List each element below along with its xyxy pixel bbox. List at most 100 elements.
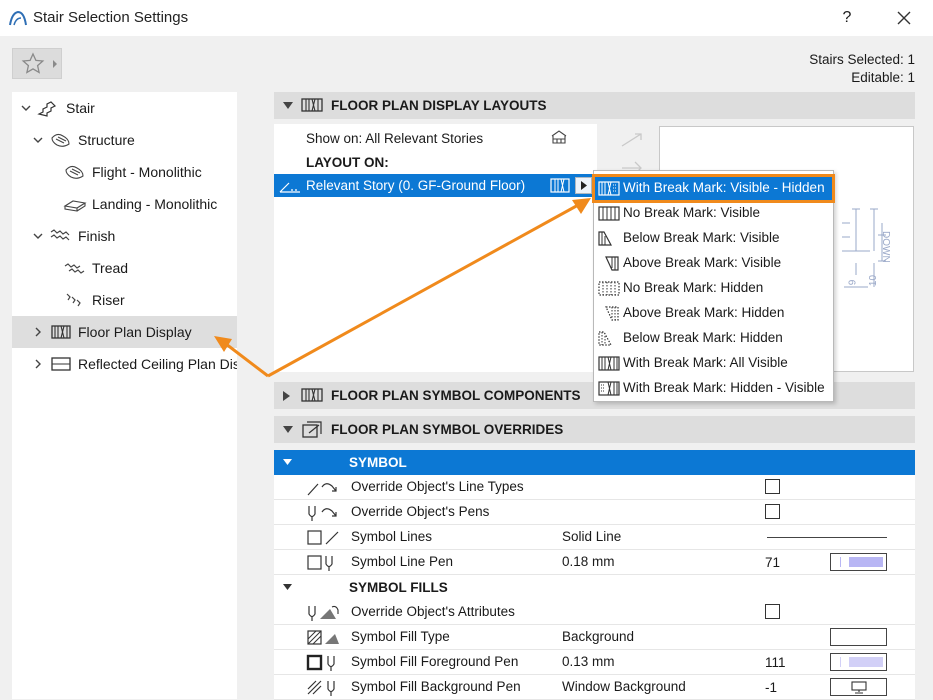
break-mark-all-visible-icon xyxy=(598,356,620,371)
menu-item-above-break-mark-visible[interactable]: Above Break Mark: Visible xyxy=(594,251,833,276)
pen-number[interactable]: -1 xyxy=(765,680,777,695)
help-button[interactable]: ? xyxy=(836,7,858,29)
above-break-mark-visible-icon xyxy=(605,256,619,271)
section-floor-plan-symbol-overrides[interactable]: FLOOR PLAN SYMBOL OVERRIDES xyxy=(274,416,915,443)
tree-item-riser[interactable]: Riser xyxy=(12,284,237,316)
menu-item-above-break-mark-hidden[interactable]: Above Break Mark: Hidden xyxy=(594,301,833,326)
table-row: Override Object's Pens xyxy=(274,500,915,525)
collapse-triangle-icon xyxy=(283,459,292,465)
floor-plan-icon xyxy=(301,388,323,402)
background-pen-swatch[interactable] xyxy=(830,678,887,696)
chevron-right-icon xyxy=(35,327,41,337)
row-value[interactable]: Background xyxy=(562,629,634,644)
above-break-mark-hidden-icon xyxy=(605,306,619,321)
below-break-mark-visible-icon xyxy=(598,231,613,246)
settings-tree: Stair Structure Flight - Monolithic Land… xyxy=(12,92,237,699)
chevron-down-icon xyxy=(21,105,31,111)
menu-item-below-break-mark-visible[interactable]: Below Break Mark: Visible xyxy=(594,226,833,251)
override-attributes-checkbox[interactable] xyxy=(765,604,780,619)
attributes-icon xyxy=(308,605,339,621)
below-break-mark-hidden-icon xyxy=(598,331,613,346)
tree-item-landing-monolithic[interactable]: Landing - Monolithic xyxy=(12,188,237,220)
tree-label: Finish xyxy=(78,228,116,244)
menu-item-below-break-mark-hidden[interactable]: Below Break Mark: Hidden xyxy=(594,326,833,351)
pen-number[interactable]: 71 xyxy=(765,555,780,570)
no-break-mark-hidden-icon xyxy=(598,281,620,296)
tree-label: Landing - Monolithic xyxy=(92,196,218,212)
editable-count: Editable: 1 xyxy=(851,70,915,82)
fill-type-icon xyxy=(307,630,339,645)
menu-item-no-break-mark-hidden[interactable]: No Break Mark: Hidden xyxy=(594,276,833,301)
symbol-line-pen-icon xyxy=(307,555,333,571)
menu-item-label: Above Break Mark: Hidden xyxy=(623,305,785,320)
row-value[interactable]: Solid Line xyxy=(562,529,621,544)
line-type-preview xyxy=(767,537,887,538)
tree-item-floor-plan-display[interactable]: Floor Plan Display xyxy=(12,316,237,348)
tree-item-structure[interactable]: Structure xyxy=(12,124,237,156)
tree-item-tread[interactable]: Tread xyxy=(12,252,237,284)
symbol-override-icon xyxy=(302,421,322,438)
relevant-story-label: Relevant Story (0. GF-Ground Floor) xyxy=(306,178,526,193)
override-line-types-checkbox[interactable] xyxy=(765,479,780,494)
structure-icon xyxy=(51,133,70,147)
row-name: Symbol Fill Foreground Pen xyxy=(351,654,519,669)
pen-number[interactable]: 111 xyxy=(765,655,786,670)
group-title: SYMBOL FILLS xyxy=(349,580,448,595)
line-types-icon xyxy=(307,483,337,496)
override-pens-checkbox[interactable] xyxy=(765,504,780,519)
menu-item-with-break-mark-visible-hidden[interactable]: With Break Mark: Visible - Hidden xyxy=(592,174,835,203)
symbol-lines-icon xyxy=(307,530,339,545)
row-name: Symbol Fill Type xyxy=(351,629,450,644)
row-name: Symbol Lines xyxy=(351,529,433,544)
break-mark-visible-hidden-icon xyxy=(598,181,620,196)
break-mark-hidden-visible-icon xyxy=(598,381,620,396)
tree-item-reflected-ceiling-plan-display[interactable]: Reflected Ceiling Plan Display xyxy=(12,348,237,380)
menu-item-label: With Break Mark: Hidden - Visible xyxy=(623,380,825,395)
section-floor-plan-display-layouts[interactable]: FLOOR PLAN DISPLAY LAYOUTS xyxy=(274,92,915,119)
group-symbol[interactable]: SYMBOL xyxy=(274,450,915,475)
group-title: SYMBOL xyxy=(349,455,407,470)
layout-on-label: LAYOUT ON: xyxy=(306,155,389,170)
row-name: Override Object's Line Types xyxy=(351,479,524,494)
layout-panel: Show on: All Relevant Stories LAYOUT ON: xyxy=(274,124,597,372)
relevant-story-row[interactable]: Relevant Story (0. GF-Ground Floor) xyxy=(274,174,597,197)
expand-triangle-icon xyxy=(283,391,290,401)
layout-dropdown-menu: With Break Mark: Visible - Hidden No Bre… xyxy=(592,170,835,402)
row-value: 0.18 mm xyxy=(562,554,615,569)
menu-item-label: Below Break Mark: Visible xyxy=(623,230,780,245)
table-row: Symbol Line Pen 0.18 mm 71 xyxy=(274,550,915,575)
stories-icon[interactable] xyxy=(550,128,568,146)
row-value: Window Background xyxy=(562,679,686,694)
overrides-table: SYMBOL Override Object's Line Types Over… xyxy=(274,450,915,700)
menu-item-with-break-mark-all-visible[interactable]: With Break Mark: All Visible xyxy=(594,351,833,376)
menu-item-label: With Break Mark: Visible - Hidden xyxy=(623,180,825,195)
down-label: DOWN xyxy=(880,231,891,263)
floor-plan-icon xyxy=(51,325,71,339)
tree-item-flight-monolithic[interactable]: Flight - Monolithic xyxy=(12,156,237,188)
table-row: Override Object's Attributes xyxy=(274,600,915,625)
menu-item-no-break-mark-visible[interactable]: No Break Mark: Visible xyxy=(594,201,833,226)
tree-label: Structure xyxy=(78,132,135,148)
menu-item-label: No Break Mark: Visible xyxy=(623,205,761,220)
foreground-pen-swatch[interactable] xyxy=(830,653,887,671)
table-row: Symbol Fill Type Background xyxy=(274,625,915,650)
fill-background-pen-icon xyxy=(307,680,335,696)
row-value: 0.13 mm xyxy=(562,654,615,669)
layout-menu-button[interactable] xyxy=(575,177,592,194)
tree-item-stair[interactable]: Stair xyxy=(12,92,237,124)
pen-color-swatch[interactable] xyxy=(830,553,887,571)
tread-icon xyxy=(64,263,85,274)
tree-item-finish[interactable]: Finish xyxy=(12,220,237,252)
fill-type-swatch[interactable] xyxy=(830,628,887,646)
close-button[interactable] xyxy=(892,6,916,30)
chevron-down-icon xyxy=(33,137,43,143)
menu-item-with-break-mark-hidden-visible[interactable]: With Break Mark: Hidden - Visible xyxy=(594,376,833,401)
riser-icon xyxy=(66,293,81,307)
row-name: Override Object's Attributes xyxy=(351,604,515,619)
no-break-mark-visible-icon xyxy=(598,206,620,221)
chevron-right-icon xyxy=(35,359,41,369)
group-symbol-fills[interactable]: SYMBOL FILLS xyxy=(274,575,915,600)
favorites-button[interactable] xyxy=(12,48,62,79)
flight-icon xyxy=(65,165,84,179)
stairs-selected-count: Stairs Selected: 1 xyxy=(809,52,915,67)
